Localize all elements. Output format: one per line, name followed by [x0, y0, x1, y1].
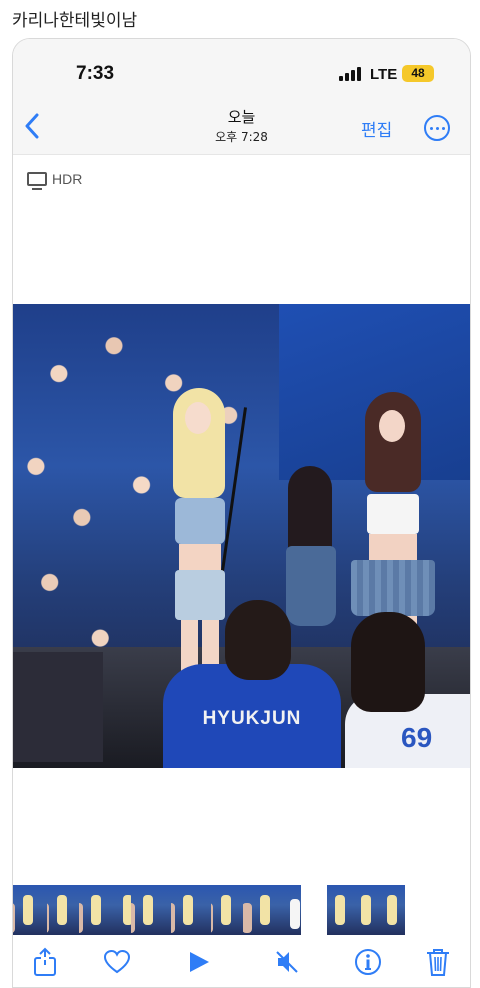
trash-icon[interactable] [424, 947, 452, 977]
more-options-icon[interactable] [424, 115, 450, 141]
thumbnail[interactable] [171, 885, 211, 935]
display-icon [27, 172, 47, 190]
stage-speaker [13, 652, 103, 762]
share-icon[interactable] [31, 947, 59, 977]
thumbnail[interactable] [131, 885, 171, 935]
bottom-toolbar [13, 935, 470, 987]
mute-icon[interactable] [273, 947, 301, 977]
thumbnail-selected[interactable] [243, 885, 301, 935]
thumbnail[interactable] [379, 885, 405, 935]
hdr-label: HDR [52, 171, 83, 187]
thumbnail[interactable] [119, 885, 131, 935]
status-bar: 7:33 LTE 48 [13, 39, 470, 99]
thumbnail[interactable] [13, 885, 47, 935]
concert-photo[interactable]: HYUKJUN 69 [13, 304, 470, 768]
thumbnail[interactable] [211, 885, 243, 935]
nav-subtitle: 오후 7:28 [215, 130, 268, 144]
thumbnail[interactable] [47, 885, 79, 935]
post-title: 카리나한테빛이남 [12, 11, 138, 31]
heart-icon[interactable] [103, 947, 131, 977]
play-icon[interactable] [185, 947, 213, 977]
thumbnail-strip[interactable] [13, 885, 470, 935]
nav-title: 오늘 [227, 108, 256, 126]
hdr-badge: HDR [27, 170, 83, 190]
thumbnail[interactable] [353, 885, 379, 935]
fan-head-left [225, 600, 291, 680]
jersey-number: 69 [401, 722, 433, 753]
fan-head-right [351, 612, 425, 712]
jersey-name: HYUKJUN [202, 708, 302, 729]
network-type: LTE [370, 66, 398, 83]
thumbnail[interactable] [79, 885, 119, 935]
signal-icon [339, 67, 363, 81]
edit-button[interactable]: 편집 [361, 116, 392, 141]
photo-screenshot-card: 7:33 LTE 48 오늘 오후 7:28 편집 HDR HYUKJUN 69 [12, 38, 471, 988]
info-icon[interactable] [354, 947, 382, 977]
status-time: 7:33 [76, 63, 115, 84]
thumbnail[interactable] [327, 885, 353, 935]
battery-icon: 48 [402, 65, 434, 82]
photo-nav-bar: 오늘 오후 7:28 편집 [13, 99, 470, 155]
